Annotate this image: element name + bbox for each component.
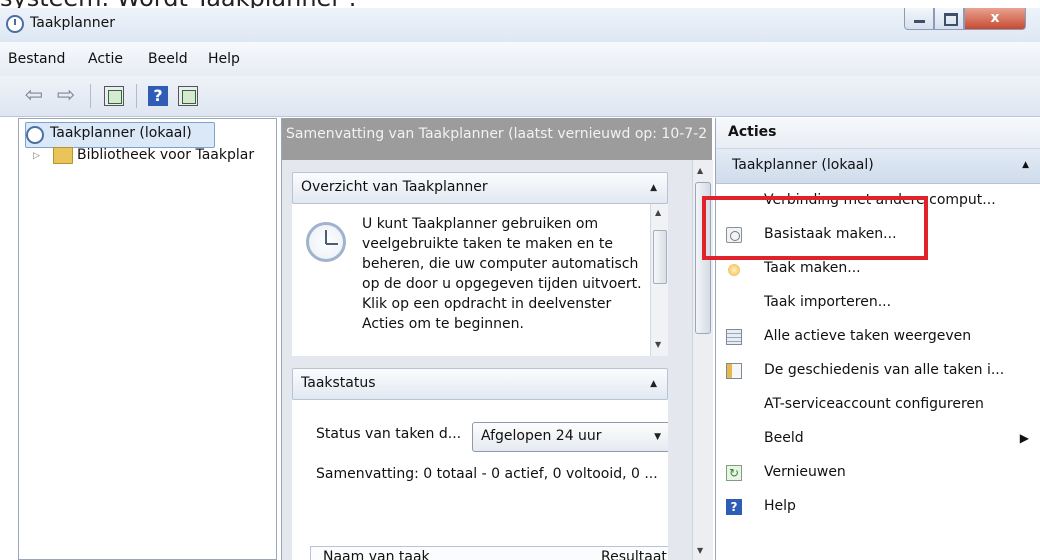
menu-help[interactable]: Help <box>208 51 240 67</box>
overview-title: Overzicht van Taakplanner <box>301 179 488 195</box>
clock-icon <box>306 222 346 262</box>
menu-bestand[interactable]: Bestand <box>8 51 65 67</box>
status-summary: Samenvatting: 0 totaal - 0 actief, 0 vol… <box>316 466 658 482</box>
collapse-icon[interactable]: ▲ <box>650 183 657 193</box>
action-label: De geschiedenis van alle taken i... <box>764 362 1005 378</box>
collapse-icon[interactable]: ▲ <box>1022 160 1029 170</box>
show-hide-action-pane-icon[interactable] <box>178 86 198 106</box>
minimize-button[interactable] <box>904 8 934 30</box>
help-icon: ? <box>726 499 742 515</box>
title-bar: Taakplanner x <box>0 8 1040 43</box>
close-button[interactable]: x <box>964 8 1026 30</box>
action-label: Taak importeren... <box>764 294 892 310</box>
toolbar: ⇦ ⇨ ? <box>0 76 1040 117</box>
chevron-down-icon: ▼ <box>654 432 661 442</box>
menu-bar: Bestand Actie Beeld Help <box>0 42 1040 77</box>
action-label: Help <box>764 498 796 514</box>
forward-arrow-icon[interactable]: ⇨ <box>56 85 76 107</box>
action-task-history[interactable]: De geschiedenis van alle taken i... <box>716 354 1040 388</box>
highlight-box <box>702 196 928 260</box>
task-table-header: Naam van taak Resultaat <box>310 546 668 560</box>
column-result[interactable]: Resultaat <box>601 549 667 560</box>
scroll-down-icon[interactable]: ▼ <box>655 340 661 349</box>
summary-header-text: Samenvatting van Taakplanner (laatst ver… <box>286 126 708 142</box>
task-status-panel-body: Status van taken d... Afgelopen 24 uur ▼… <box>292 400 668 560</box>
scroll-down-icon[interactable]: ▼ <box>697 546 703 555</box>
summary-header: Samenvatting van Taakplanner (laatst ver… <box>282 118 712 160</box>
action-label: Vernieuwen <box>764 464 846 480</box>
refresh-icon: ↻ <box>726 465 742 481</box>
clock-icon <box>26 126 44 144</box>
actions-header: Acties <box>716 118 1040 149</box>
action-label: Taak maken... <box>764 260 861 276</box>
toolbar-separator <box>136 84 137 108</box>
summary-pane: Samenvatting van Taakplanner (laatst ver… <box>281 118 713 560</box>
submenu-arrow-icon: ▶ <box>1019 431 1029 445</box>
expand-arrow-icon[interactable]: ▷ <box>33 151 40 161</box>
create-task-icon <box>728 264 740 276</box>
action-configure-at-account[interactable]: AT-serviceaccount configureren <box>716 388 1040 422</box>
tree-item-bibliotheek[interactable]: Bibliotheek voor Taakplar <box>77 147 254 163</box>
status-filter-label: Status van taken d... <box>316 426 462 442</box>
back-arrow-icon[interactable]: ⇦ <box>24 85 44 107</box>
action-view[interactable]: Beeld ▶ <box>716 422 1040 456</box>
tree-item-taakplanner[interactable]: Taakplanner (lokaal) <box>25 122 215 148</box>
scroll-up-icon[interactable]: ▲ <box>655 208 661 217</box>
overview-description: U kunt Taakplanner gebruiken om veelgebr… <box>362 216 642 332</box>
minimize-icon <box>914 20 925 23</box>
task-status-title: Taakstatus <box>301 375 376 391</box>
toolbar-separator <box>90 84 91 108</box>
status-period-value: Afgelopen 24 uur <box>481 428 602 444</box>
tree-item-label: Taakplanner (lokaal) <box>50 125 192 141</box>
menu-actie[interactable]: Actie <box>88 51 123 67</box>
actions-section-header[interactable]: Taakplanner (lokaal) ▲ <box>716 149 1040 184</box>
folder-icon <box>53 147 73 164</box>
clock-icon <box>6 15 24 33</box>
action-help[interactable]: ? Help <box>716 490 1040 524</box>
status-period-select[interactable]: Afgelopen 24 uur ▼ <box>472 422 668 452</box>
overview-panel-body: U kunt Taakplanner gebruiken om veelgebr… <box>292 204 668 356</box>
overview-panel-header[interactable]: Overzicht van Taakplanner ▲ <box>292 172 668 204</box>
overview-scrollbar[interactable]: ▲ ▼ <box>650 204 668 356</box>
task-status-panel-header[interactable]: Taakstatus ▲ <box>292 368 668 400</box>
help-icon[interactable]: ? <box>148 86 168 106</box>
scroll-thumb[interactable] <box>653 230 667 284</box>
caption-text: systeem. Wordt Taakplanner . <box>0 0 1040 8</box>
collapse-icon[interactable]: ▲ <box>650 379 657 389</box>
action-refresh[interactable]: ↻ Vernieuwen <box>716 456 1040 490</box>
actions-title: Acties <box>728 124 777 140</box>
maximize-icon <box>944 13 958 26</box>
window-title: Taakplanner <box>30 15 115 31</box>
console-tree: Taakplanner (lokaal) ▷ Bibliotheek voor … <box>18 118 277 560</box>
action-show-running-tasks[interactable]: Alle actieve taken weergeven <box>716 320 1040 354</box>
action-label: AT-serviceaccount configureren <box>764 396 984 412</box>
action-label: Alle actieve taken weergeven <box>764 328 972 344</box>
action-import-task[interactable]: Taak importeren... <box>716 286 1040 320</box>
menu-beeld[interactable]: Beeld <box>148 51 188 67</box>
scroll-up-icon[interactable]: ▲ <box>697 166 703 175</box>
show-hide-tree-icon[interactable] <box>104 86 124 106</box>
maximize-button[interactable] <box>934 8 964 30</box>
action-label: Beeld <box>764 430 804 446</box>
running-tasks-icon <box>726 329 742 345</box>
actions-section-title: Taakplanner (lokaal) <box>732 157 874 173</box>
column-task-name[interactable]: Naam van taak <box>323 549 430 560</box>
history-icon <box>726 363 742 379</box>
actions-pane: Acties Taakplanner (lokaal) ▲ Verbinding… <box>715 118 1040 560</box>
